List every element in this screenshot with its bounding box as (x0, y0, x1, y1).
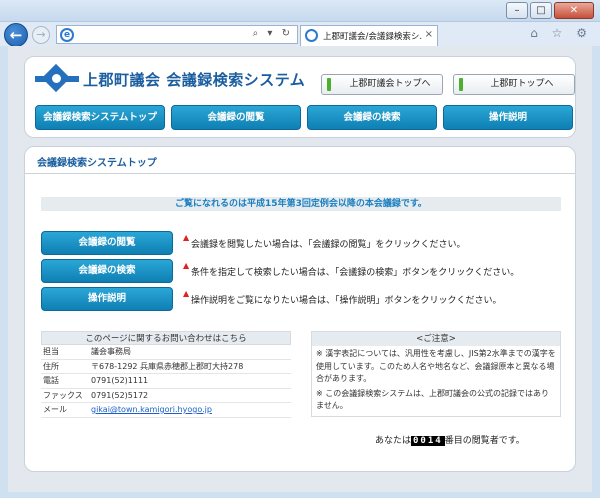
window-titlebar: – □ ✕ (0, 0, 600, 22)
content-panel: 会議録検索システムトップ ご覧になれるのは平成15年第3回定例会以降の本会議録で… (24, 146, 576, 472)
contact-value: 〒678-1292 兵庫県赤穂郡上郡町大持278 (91, 361, 244, 371)
bullet-icon: ▲ (183, 233, 190, 242)
bullet-icon: ▲ (183, 261, 190, 270)
contact-key: メール (43, 405, 67, 414)
caution-heading: <ご注意> (312, 332, 560, 346)
caution-text-1: ※ 漢字表記については、汎用性を考慮し、JIS第2水準までの漢字を使用しています… (316, 349, 556, 383)
table-row: ファックス 0791(52)5172 (41, 389, 291, 403)
search-button[interactable]: 会議録の検索 (41, 259, 173, 283)
forward-button[interactable]: → (32, 26, 50, 44)
contact-value: 0791(52)5172 (91, 390, 149, 400)
web-page: 上郡町議会 会議録検索システム 上郡町議会トップへ 上郡町トップへ 会議録検索シ… (8, 46, 592, 492)
town-top-link[interactable]: 上郡町トップへ (453, 74, 575, 95)
tab-close-icon[interactable]: × (425, 29, 433, 40)
divider (25, 173, 575, 174)
address-bar[interactable]: e ⌕ ▾ ↻ (56, 25, 298, 44)
ie-page-icon: e (60, 28, 74, 42)
caution-box: <ご注意> ※ 漢字表記については、汎用性を考慮し、JIS第2水準までの漢字を使… (311, 331, 561, 417)
contact-value: 議会事務局 (91, 347, 131, 356)
site-header: 上郡町議会 会議録検索システム 上郡町議会トップへ 上郡町トップへ 会議録検索シ… (24, 56, 576, 138)
contact-value: 0791(52)1111 (91, 376, 149, 385)
counter-suffix: 番目の閲覧者です。 (444, 436, 525, 446)
table-row: メール gikai@town.kamigori.hyogo.jp (41, 403, 291, 418)
action-description: 会議録を閲覧したい場合は、「会議録の閲覧」をクリックください。 (191, 240, 466, 250)
table-row: 電話 0791(52)1111 (41, 374, 291, 389)
ie-tab-icon (305, 29, 318, 42)
email-link[interactable]: gikai@town.kamigori.hyogo.jp (91, 403, 291, 417)
back-button[interactable]: ← (4, 23, 28, 47)
site-title: 上郡町議会 会議録検索システム (83, 71, 306, 89)
visitor-counter: あなたは 0014 番目の閲覧者です。 (375, 433, 525, 446)
main-nav: 会議録検索システムトップ 会議録の閲覧 会議録の検索 操作説明 (35, 105, 579, 130)
close-window-button[interactable]: ✕ (554, 2, 594, 19)
help-button[interactable]: 操作説明 (41, 287, 173, 311)
contact-table: このページに関するお問い合わせはこちら 担当 議会事務局 住所 〒678-129… (41, 331, 291, 418)
tab-title: 上郡町議会/会議録検索シ... (323, 32, 423, 42)
tab-active[interactable]: 上郡町議会/会議録検索シ... × (300, 25, 438, 46)
contact-heading: このページに関するお問い合わせはこちら (41, 331, 291, 345)
town-logo-icon (35, 63, 79, 93)
action-row-browse: 会議録の閲覧 ▲ 会議録を閲覧したい場合は、「会議録の閲覧」をクリックください。 (41, 231, 561, 255)
nav-browse[interactable]: 会議録の閲覧 (171, 105, 301, 130)
action-row-search: 会議録の検索 ▲ 条件を指定して検索したい場合は、「会議録の検索」ボタンをクリッ… (41, 259, 561, 283)
contact-key: 電話 (43, 376, 59, 385)
counter-prefix: あなたは (375, 436, 412, 446)
maximize-button[interactable]: □ (530, 2, 552, 19)
counter-digits: 0014 (411, 436, 445, 446)
minimize-button[interactable]: – (506, 2, 528, 19)
browser-toolbar: ← → e ⌕ ▾ ↻ 上郡町議会/会議録検索シ... × ⌂ ☆ ⚙ (0, 22, 600, 47)
caution-text-2: ※ この会議録検索システムは、上郡町議会の公式の記録ではありません。 (316, 388, 550, 411)
nav-search-top[interactable]: 会議録検索システムトップ (35, 105, 165, 130)
action-row-help: 操作説明 ▲ 操作説明をご覧になりたい場合は、「操作説明」ボタンをクリックくださ… (41, 287, 561, 311)
browser-right-tools[interactable]: ⌂ ☆ ⚙ (530, 26, 592, 40)
notice-banner: ご覧になれるのは平成15年第3回定例会以降の本会議録です。 (41, 197, 561, 211)
table-row: 住所 〒678-1292 兵庫県赤穂郡上郡町大持278 (41, 360, 291, 374)
window-controls: – □ ✕ (504, 2, 594, 19)
action-description: 条件を指定して検索したい場合は、「会議録の検索」ボタンをクリックください。 (191, 268, 520, 278)
council-top-link[interactable]: 上郡町議会トップへ (321, 74, 443, 95)
page-title: 会議録検索システムトップ (37, 158, 157, 169)
action-description: 操作説明をご覧になりたい場合は、「操作説明」ボタンをクリックください。 (191, 296, 502, 306)
address-tools[interactable]: ⌕ ▾ ↻ (253, 28, 293, 39)
contact-key: ファックス (43, 390, 83, 400)
contact-key: 担当 (43, 347, 59, 356)
contact-key: 住所 (43, 361, 59, 371)
nav-search[interactable]: 会議録の検索 (307, 105, 437, 130)
nav-help[interactable]: 操作説明 (443, 105, 573, 130)
bullet-icon: ▲ (183, 289, 190, 298)
browse-button[interactable]: 会議録の閲覧 (41, 231, 173, 255)
table-row: 担当 議会事務局 (41, 345, 291, 360)
